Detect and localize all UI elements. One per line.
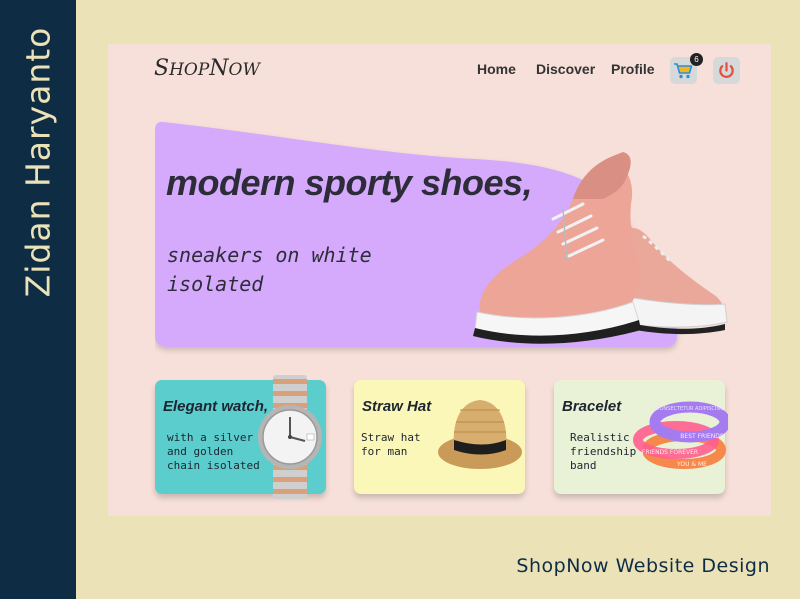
straw-hat-image xyxy=(438,400,522,469)
website-mockup: SHOPNOW Home Discover Profile 6 modern s… xyxy=(108,44,771,516)
bracelet-image: CONSECTETUR ADIPISCING BEST FRIENDS FRIE… xyxy=(633,401,728,469)
card-title-bracelet: Bracelet xyxy=(562,398,622,415)
bracelet-text-2: BEST FRIENDS xyxy=(680,433,724,440)
power-icon xyxy=(719,62,734,78)
nav-profile[interactable]: Profile xyxy=(611,61,655,77)
sneakers-image xyxy=(473,152,728,344)
design-caption: ShopNow Website Design xyxy=(516,555,770,577)
card-desc-watch: with a silver and golden chain isolated xyxy=(167,431,260,472)
author-name: Zidan Haryanto xyxy=(18,26,58,298)
cart-button[interactable]: 6 xyxy=(670,53,703,84)
nav-discover[interactable]: Discover xyxy=(536,61,595,77)
hero-subtitle: sneakers on white isolated xyxy=(167,243,372,296)
cart-count-badge: 6 xyxy=(690,53,703,66)
watch-image xyxy=(258,375,322,499)
product-card-hat[interactable]: Straw Hat Straw hat for man xyxy=(354,380,525,494)
card-title-hat: Straw Hat xyxy=(362,398,432,415)
author-sidebar: Zidan Haryanto xyxy=(0,0,76,599)
bracelet-text-1: CONSECTETUR ADIPISCING xyxy=(656,406,724,412)
power-button[interactable] xyxy=(713,57,740,84)
product-card-bracelet[interactable]: Bracelet Realistic friendship band CONSE… xyxy=(554,380,728,494)
nav-home[interactable]: Home xyxy=(477,61,516,77)
bracelet-text-4: YOU & ME xyxy=(676,461,707,468)
card-title-watch: Elegant watch, xyxy=(163,398,269,415)
bracelet-text-3: FRIENDS FOREVER xyxy=(642,449,698,456)
product-card-watch[interactable]: Elegant watch, with a silver and golden … xyxy=(155,375,326,499)
shopnow-logo[interactable]: SHOPNOW xyxy=(154,56,260,81)
